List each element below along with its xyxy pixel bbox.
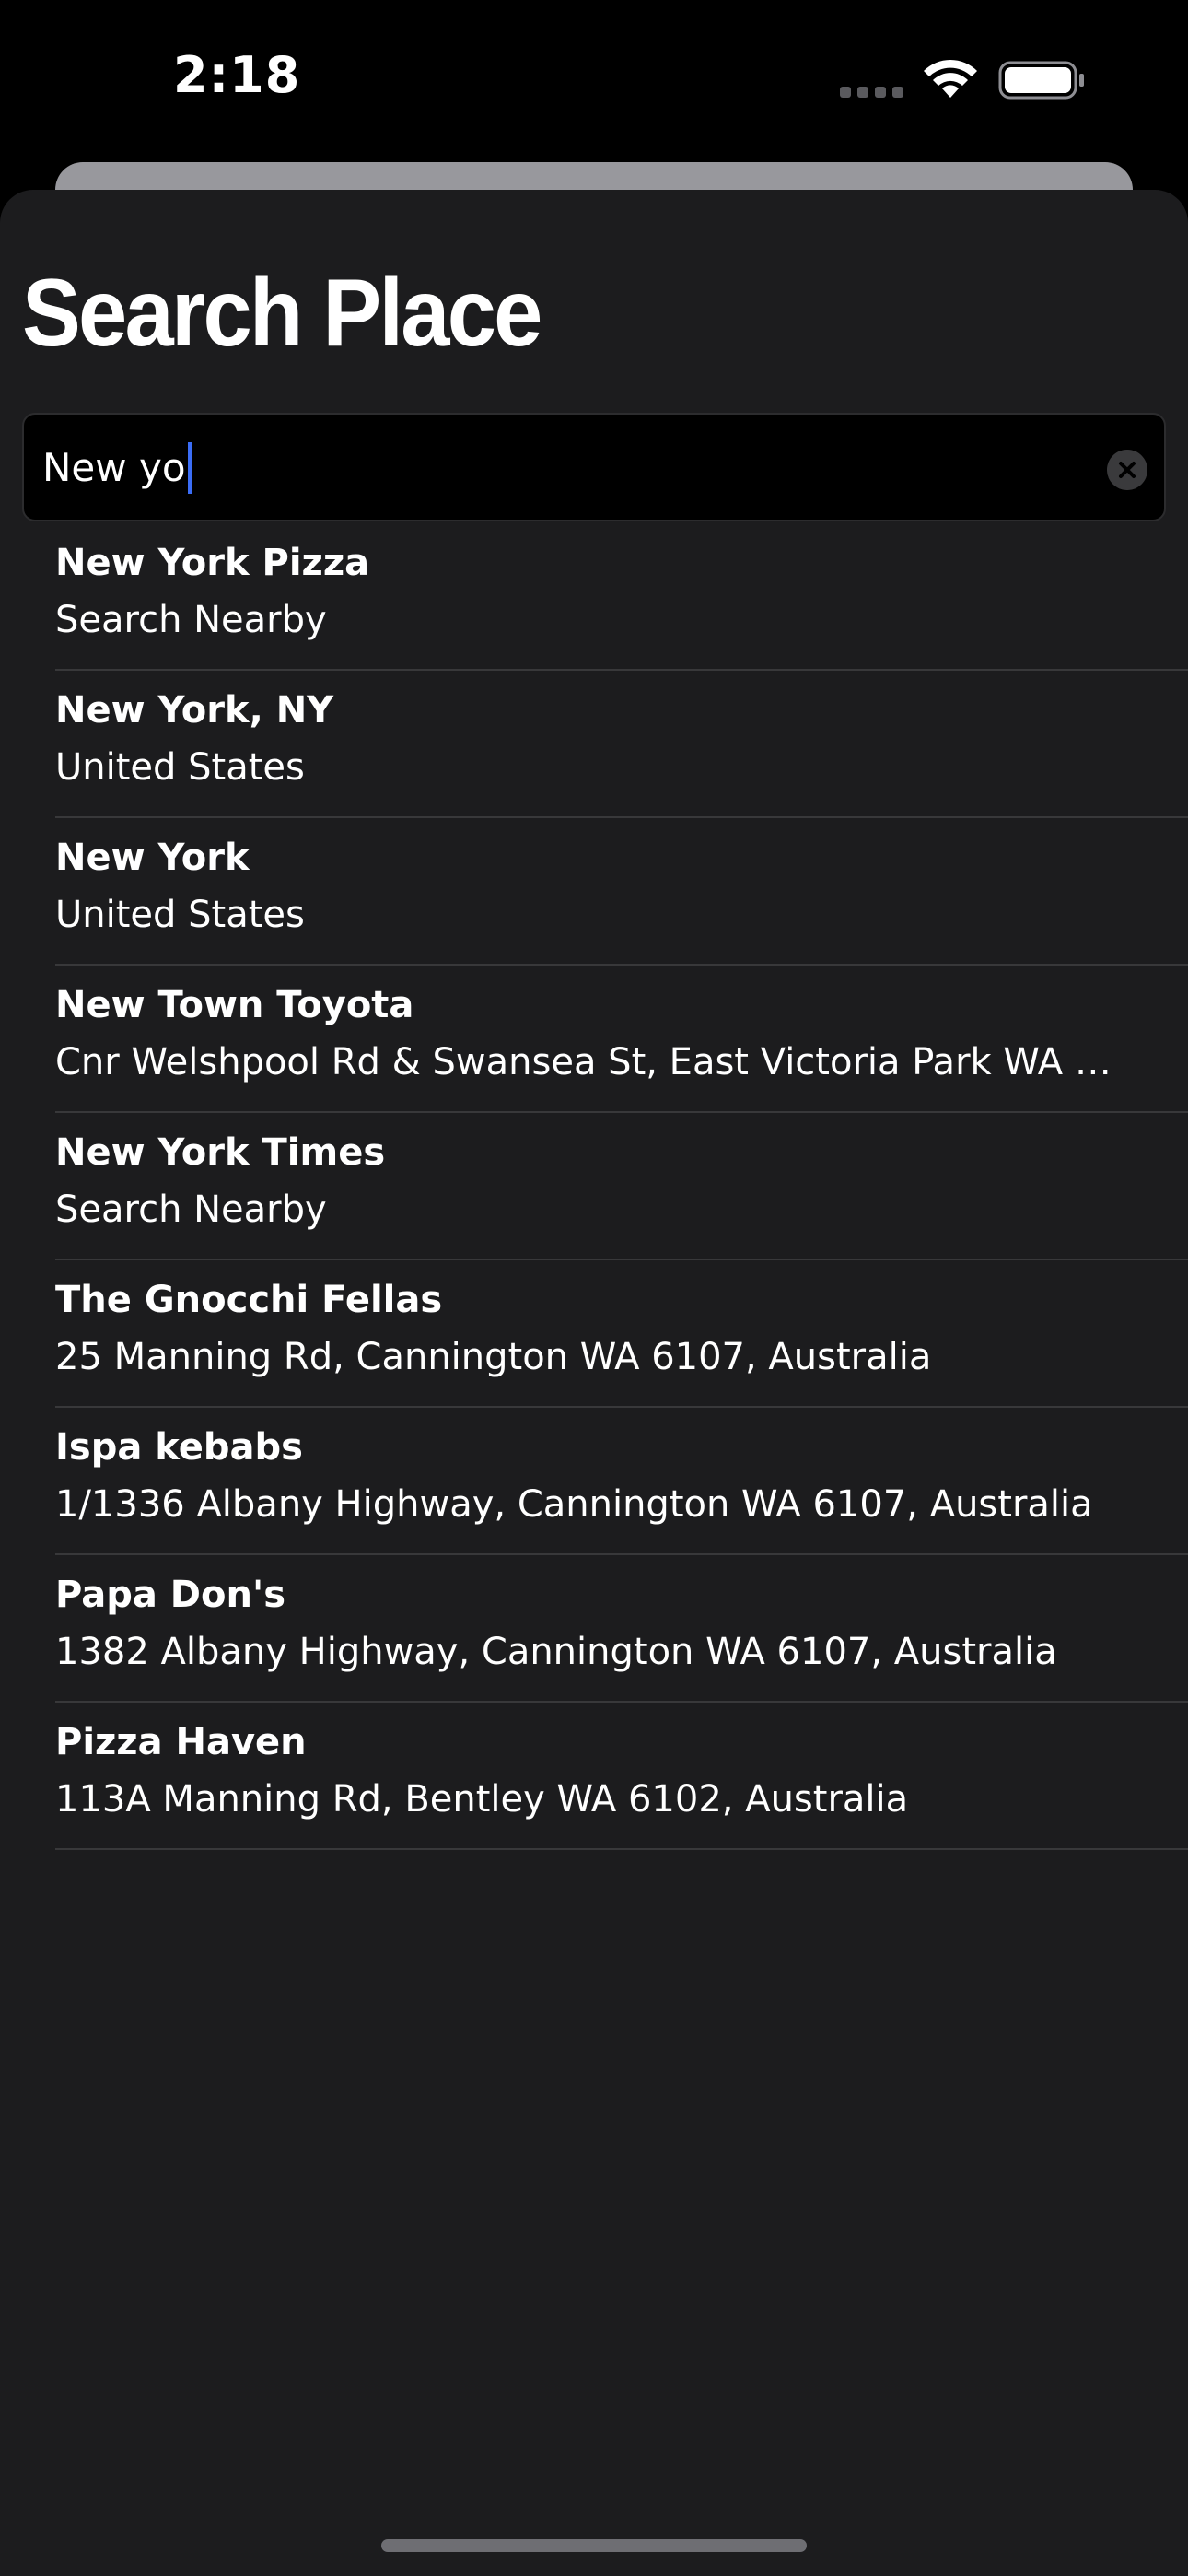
result-title: The Gnocchi Fellas bbox=[55, 1279, 443, 1321]
result-subtitle: 1/1336 Albany Highway, Cannington WA 610… bbox=[55, 1483, 1093, 1526]
result-title: New York bbox=[55, 837, 250, 879]
list-item[interactable]: New York Times Search Nearby bbox=[55, 1113, 1188, 1260]
page-title: Search Place bbox=[22, 260, 542, 367]
result-title: Papa Don's bbox=[55, 1574, 285, 1616]
list-item[interactable]: New Town Toyota Cnr Welshpool Rd & Swans… bbox=[55, 966, 1188, 1113]
search-input-text: New yo bbox=[42, 445, 186, 490]
home-indicator[interactable] bbox=[381, 2539, 807, 2552]
result-title: Ispa kebabs bbox=[55, 1426, 303, 1469]
list-item[interactable]: New York, NY United States bbox=[55, 671, 1188, 818]
clear-icon[interactable] bbox=[1107, 450, 1147, 490]
status-time: 2:18 bbox=[173, 46, 301, 104]
result-title: New York Times bbox=[55, 1131, 386, 1174]
list-item[interactable]: The Gnocchi Fellas 25 Manning Rd, Cannin… bbox=[55, 1260, 1188, 1408]
search-input[interactable]: New yo bbox=[22, 413, 1166, 521]
result-title: Pizza Haven bbox=[55, 1721, 307, 1763]
wifi-icon bbox=[924, 59, 977, 98]
list-item[interactable]: Papa Don's 1382 Albany Highway, Canningt… bbox=[55, 1555, 1188, 1703]
search-input-value[interactable]: New yo bbox=[42, 440, 192, 496]
result-title: New York, NY bbox=[55, 689, 334, 732]
result-subtitle: 25 Manning Rd, Cannington WA 6107, Austr… bbox=[55, 1336, 932, 1378]
result-subtitle: 113A Manning Rd, Bentley WA 6102, Austra… bbox=[55, 1778, 909, 1821]
status-bar: 2:18 bbox=[0, 0, 1188, 157]
result-subtitle: United States bbox=[55, 894, 305, 936]
text-caret bbox=[187, 442, 192, 494]
result-title: New Town Toyota bbox=[55, 984, 414, 1026]
list-item[interactable]: New York Pizza Search Nearby bbox=[55, 523, 1188, 671]
list-item[interactable]: Pizza Haven 113A Manning Rd, Bentley WA … bbox=[55, 1703, 1188, 1850]
result-subtitle: Cnr Welshpool Rd & Swansea St, East Vict… bbox=[55, 1041, 1124, 1083]
list-item[interactable]: Ispa kebabs 1/1336 Albany Highway, Canni… bbox=[55, 1408, 1188, 1555]
list-item[interactable]: New York United States bbox=[55, 818, 1188, 966]
battery-icon bbox=[998, 61, 1084, 100]
result-subtitle: Search Nearby bbox=[55, 1188, 327, 1231]
search-results-list: New York Pizza Search Nearby New York, N… bbox=[55, 523, 1188, 1850]
result-subtitle: 1382 Albany Highway, Cannington WA 6107,… bbox=[55, 1631, 1057, 1673]
result-subtitle: United States bbox=[55, 746, 305, 789]
result-subtitle: Search Nearby bbox=[55, 599, 327, 641]
result-title: New York Pizza bbox=[55, 542, 370, 584]
cellular-signal-icon bbox=[840, 87, 904, 100]
